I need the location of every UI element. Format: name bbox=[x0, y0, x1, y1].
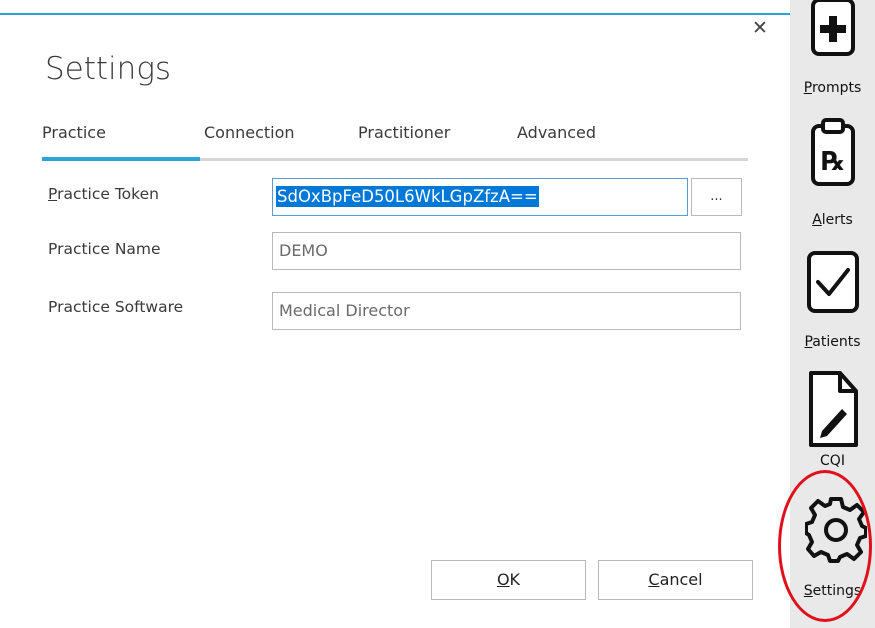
browse-token-button[interactable]: ... bbox=[691, 178, 742, 216]
checkbox-icon bbox=[807, 251, 859, 313]
practice-token-label: Practice Token bbox=[48, 185, 159, 203]
tab-practice[interactable]: Practice bbox=[42, 123, 106, 142]
dialog-top-border bbox=[0, 13, 790, 15]
practice-name-label: Practice Name bbox=[48, 240, 161, 258]
prescription-clipboard-icon: ℞ bbox=[811, 118, 855, 186]
sidebar-item-cqi[interactable]: CQI bbox=[790, 365, 875, 475]
svg-text:℞: ℞ bbox=[821, 147, 844, 177]
sidebar-item-label: Settings bbox=[803, 583, 862, 599]
active-tab-indicator bbox=[42, 157, 200, 161]
plus-box-icon bbox=[811, 0, 855, 56]
practice-software-label: Practice Software bbox=[48, 298, 184, 316]
tab-advanced[interactable]: Advanced bbox=[517, 123, 596, 142]
sidebar-item-label: CQI bbox=[820, 453, 845, 469]
dialog-title: Settings bbox=[45, 51, 172, 87]
tab-practitioner[interactable]: Practitioner bbox=[358, 123, 450, 142]
practice-token-input[interactable]: SdOxBpFeD50L6WkLGpZfzA== bbox=[272, 178, 688, 216]
sidebar-item-alerts[interactable]: ℞ Alerts bbox=[790, 110, 875, 240]
document-edit-icon bbox=[809, 371, 858, 447]
sidebar-item-label: Alerts bbox=[812, 212, 853, 228]
practice-software-input[interactable]: Medical Director bbox=[272, 292, 741, 330]
settings-tabs: Practice Connection Practitioner Advance… bbox=[42, 123, 748, 163]
tab-connection[interactable]: Connection bbox=[204, 123, 295, 142]
gear-icon bbox=[805, 497, 867, 563]
sidebar-item-patients[interactable]: Patients bbox=[790, 240, 875, 365]
practice-name-input[interactable]: DEMO bbox=[272, 232, 741, 270]
sidebar-item-label: Prompts bbox=[803, 80, 862, 96]
ok-button[interactable]: OK bbox=[431, 560, 586, 600]
practice-token-value: SdOxBpFeD50L6WkLGpZfzA== bbox=[276, 186, 539, 207]
right-sidebar: Prompts ℞ Alerts Patients CQI Settings bbox=[790, 0, 875, 628]
close-icon[interactable]: ✕ bbox=[752, 19, 768, 38]
sidebar-item-prompts[interactable]: Prompts bbox=[790, 0, 875, 110]
sidebar-item-settings[interactable]: Settings bbox=[790, 475, 875, 628]
sidebar-item-label: Patients bbox=[804, 334, 861, 350]
cancel-button[interactable]: Cancel bbox=[598, 560, 753, 600]
